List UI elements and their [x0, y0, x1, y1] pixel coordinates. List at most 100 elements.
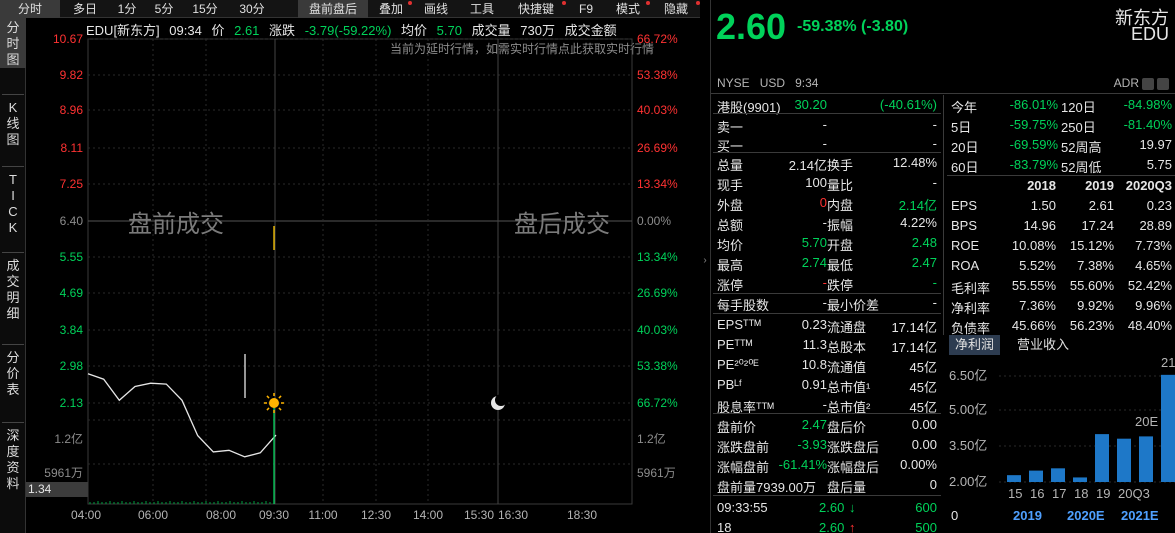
quote-label: 均价 — [717, 238, 744, 253]
quote-value: 2.47 — [911, 255, 937, 270]
left-sep — [2, 344, 24, 345]
market-line: NYSE USD 9:34 — [717, 76, 818, 90]
quote-value: - — [932, 275, 937, 290]
market-time: 9:34 — [795, 76, 819, 90]
y-left-label: 6.40 — [59, 214, 83, 228]
fin-tab-1[interactable]: 营业收入 — [1011, 335, 1075, 355]
quote-label: PBᴸᶠ — [717, 377, 742, 392]
y-left-label: 4.69 — [59, 286, 83, 300]
tab-13[interactable]: 隐藏 — [652, 0, 700, 18]
left-btn-char: 时 — [6, 36, 20, 51]
tick-row: 18 2.60 ↑ 500 — [713, 518, 941, 533]
x-label: 04:00 — [70, 508, 102, 522]
fin-row: 毛利率 55.55% 55.60% 52.42% — [947, 276, 1175, 296]
quote-row: 均价 5.70 开盘 2.48 — [713, 233, 941, 253]
quote-value: 0.00 — [911, 437, 937, 452]
tab-0[interactable]: 分时 — [0, 0, 60, 18]
bar-16 — [1029, 470, 1043, 482]
quote-value: 2.74 — [801, 255, 827, 270]
tab-12[interactable]: 模式 — [606, 0, 650, 18]
left-btn-char: 价 — [6, 366, 20, 381]
fin-value: 55.60% — [1069, 278, 1114, 293]
perf-row: 20日 -69.59% 52周高 19.97 — [947, 135, 1175, 155]
bar-x-label: 17 — [1052, 486, 1066, 501]
x-label: 14:00 — [412, 508, 444, 522]
fin-value: 55.55% — [1011, 278, 1056, 293]
tab-4[interactable]: 15分 — [184, 0, 226, 18]
y-right-label: 26.69% — [637, 286, 678, 300]
y-left-label: 5.55 — [59, 250, 83, 264]
y-right-label: 66.72% — [637, 396, 678, 410]
tab-2[interactable]: 1分 — [110, 0, 144, 18]
vol-right-label: 1.2亿 — [637, 432, 666, 446]
fin-tab-0[interactable]: 净利润 — [949, 335, 1001, 355]
tab-5[interactable]: 30分 — [228, 0, 276, 18]
popout-icon[interactable] — [1157, 77, 1169, 90]
quote-label: 涨跌盘后 — [827, 440, 880, 455]
tab-3[interactable]: 5分 — [146, 0, 182, 18]
left-btn-char: T — [9, 172, 17, 187]
divider-vertical — [943, 95, 944, 335]
y-right-label: 13.34% — [637, 250, 678, 264]
y-left-label: 8.96 — [59, 103, 83, 117]
left-btn-char: 图 — [6, 132, 20, 147]
quote-row: 股息率ᵀᵀᴹ - 总市值² 45亿 — [713, 395, 941, 415]
tab-10[interactable]: 快捷键 — [506, 0, 566, 18]
fin-value: 9.96% — [1135, 298, 1172, 313]
y-left-label: 7.25 — [59, 177, 83, 191]
quote-value: 17.14亿 — [891, 320, 937, 335]
fin-value: 45.66% — [1011, 318, 1056, 333]
fin-value: 9.92% — [1077, 298, 1114, 313]
quote-label: 涨幅盘前 — [717, 460, 770, 475]
cursor-price-tag: 1.34 — [26, 482, 88, 497]
left-btn-char: K — [8, 100, 18, 115]
left-btn-3[interactable]: 成交明细 — [0, 256, 26, 322]
left-btn-1[interactable]: K线图 — [0, 98, 26, 148]
left-btn-2[interactable]: TICK — [0, 170, 26, 236]
tab-8[interactable]: 画线 — [414, 0, 458, 18]
left-sep — [2, 422, 24, 423]
bar-19 — [1095, 434, 1109, 482]
left-sep — [2, 166, 24, 167]
collapse-panel-icon[interactable]: › — [700, 255, 710, 266]
quote-row: 买一 - - — [713, 134, 941, 154]
intraday-chart[interactable]: EDU[新东方] 09:34 价 2.61 涨跌 -3.79(-59.22%) … — [26, 18, 700, 533]
left-btn-5[interactable]: 深度资料 — [0, 426, 26, 492]
fin-value: 1.50 — [1030, 198, 1056, 213]
edit-icon[interactable] — [1142, 77, 1154, 90]
perf-label: 5日 — [951, 120, 972, 135]
fin-value: 52.42% — [1127, 278, 1172, 293]
tab-1[interactable]: 多日 — [62, 0, 108, 18]
quote-label: 总市值¹ — [827, 380, 871, 395]
quote-value: 4.22% — [900, 215, 937, 230]
quote-value: -61.41% — [778, 457, 827, 472]
quote-value: 0.00 — [911, 417, 937, 432]
tab-11[interactable]: F9 — [568, 0, 604, 18]
bar-y-label: 3.50亿 — [949, 438, 987, 453]
y-left-label: 3.84 — [59, 323, 83, 337]
left-btn-char: C — [8, 204, 18, 219]
tick-price: 2.60 — [819, 520, 845, 533]
x-label: 15:30 — [463, 508, 495, 522]
fin-label: BPS — [951, 218, 978, 233]
quote-label: 现手 — [717, 178, 744, 193]
quote-row: PE²⁰²⁰ᴱ 10.8 流通值 45亿 — [713, 355, 941, 375]
tab-7[interactable]: 叠加 — [370, 0, 412, 18]
left-btn-4[interactable]: 分价表 — [0, 348, 26, 398]
price-change: -59.38% (-3.80) — [797, 18, 909, 35]
quote-value: - — [822, 117, 827, 132]
perf-value: -69.59% — [1009, 137, 1058, 152]
quote-value: 30.20 — [794, 97, 827, 112]
left-btn-0[interactable]: 分时图 — [0, 18, 26, 68]
bar-x-label: 15 — [1008, 486, 1022, 501]
y-right-label: 40.03% — [637, 103, 678, 117]
tick-price: 2.60 — [819, 500, 845, 515]
left-btn-char: 料 — [6, 476, 20, 491]
tab-9[interactable]: 工具 — [460, 0, 504, 18]
quote-value: 0 — [819, 195, 827, 210]
fin-row: BPS 14.96 17.24 28.89 — [947, 216, 1175, 236]
quote-value: 12.48% — [892, 155, 937, 170]
fin-label: 毛利率 — [951, 281, 991, 296]
left-btn-char: 度 — [6, 444, 20, 459]
tab-6[interactable]: 盘前盘后 — [298, 0, 368, 18]
